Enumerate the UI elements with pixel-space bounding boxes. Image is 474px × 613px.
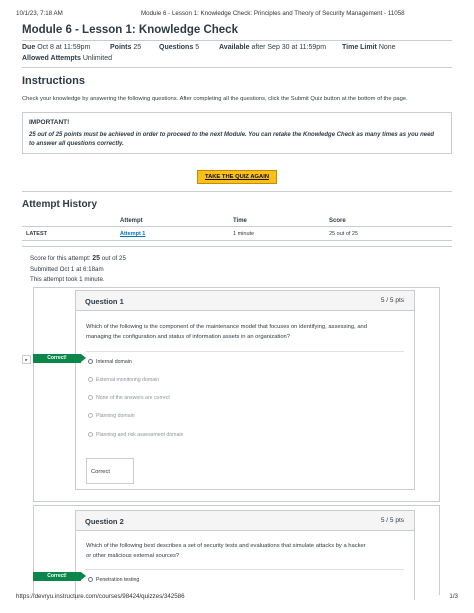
important-text: 25 out of 25 points must be achieved in …: [29, 132, 435, 147]
divider: [86, 351, 404, 352]
instructions-heading: Instructions: [22, 75, 85, 87]
take-quiz-again-button[interactable]: TAKE THE QUIZ AGAIN: [197, 170, 277, 184]
print-page-number: 1/3: [449, 593, 458, 600]
attempts-info: Allowed Attempts Unlimited: [22, 55, 112, 62]
col-time-header: Time: [233, 218, 247, 224]
radio-icon: [88, 394, 93, 400]
points-info: Points 25: [110, 44, 142, 51]
radio-icon: [88, 431, 93, 437]
question-header: Question 1 5 / 5 pts: [76, 291, 414, 311]
divider: [22, 240, 452, 241]
attempt-history-heading: Attempt History: [22, 199, 98, 210]
print-header: 10/1/23, 7:18 AM Module 6 - Lesson 1: Kn…: [16, 10, 458, 20]
print-url: https://devryu.instructure.com/courses/9…: [16, 593, 185, 600]
answer-option[interactable]: Internal domain: [88, 358, 132, 365]
question-label: Question 2: [85, 517, 124, 526]
print-footer: https://devryu.instructure.com/courses/9…: [16, 593, 458, 603]
important-notice: IMPORTANT! 25 out of 25 points must be a…: [22, 112, 452, 154]
time-limit-info: Time Limit None: [342, 44, 396, 51]
divider: [86, 569, 404, 570]
row-time: 1 minute: [233, 231, 255, 237]
question-card: Question 2 5 / 5 pts Which of the follow…: [75, 510, 415, 600]
attempt-1-link[interactable]: Attempt 1: [120, 231, 145, 237]
question-header: Question 2 5 / 5 pts: [76, 511, 414, 531]
page-title: Module 6 - Lesson 1: Knowledge Check: [22, 24, 238, 36]
divider: [22, 226, 452, 227]
divider: [22, 40, 452, 41]
print-date: 10/1/23, 7:18 AM: [16, 10, 63, 17]
due-info: Due Oct 8 at 11:59pm: [22, 44, 91, 51]
answer-option[interactable]: Penetration testing: [88, 576, 139, 583]
submitted-time: Submitted Oct 1 at 6:18am: [30, 266, 104, 273]
attempt-duration: This attempt took 1 minute.: [30, 276, 105, 283]
answer-option[interactable]: External monitoring domain: [88, 376, 159, 383]
print-doc-title: Module 6 - Lesson 1: Knowledge Check: Pr…: [141, 10, 405, 17]
radio-icon: [88, 376, 93, 382]
answer-option[interactable]: None of the answers are correct: [88, 394, 170, 401]
available-info: Available after Sep 30 at 11:59pm: [219, 44, 327, 51]
col-score-header: Score: [329, 218, 346, 224]
instructions-text: Check your knowledge by answering the fo…: [22, 96, 408, 102]
question-text: Which of the following best describes a …: [86, 543, 366, 559]
expand-arrow-icon[interactable]: ▸: [22, 355, 31, 364]
answer-option[interactable]: Planning and risk assessment domain: [88, 431, 183, 438]
radio-selected-icon: [88, 576, 93, 582]
row-score: 25 out of 25: [329, 231, 359, 237]
radio-icon: [88, 412, 93, 418]
important-heading: IMPORTANT!: [29, 119, 70, 126]
divider: [22, 246, 452, 247]
radio-selected-icon: [88, 358, 93, 364]
score-summary: Score for this attempt: 25 out of 25: [30, 255, 126, 262]
divider: [22, 67, 452, 68]
row-label: LATEST: [26, 231, 47, 237]
correct-tag: Correct!: [33, 572, 86, 581]
question-points: 5 / 5 pts: [380, 517, 404, 524]
divider: [22, 191, 452, 192]
question-label: Question 1: [85, 297, 124, 306]
questions-info: Questions 5: [159, 44, 200, 51]
correct-tag: Correct!: [33, 354, 86, 363]
answer-option[interactable]: Planning domain: [88, 412, 135, 419]
col-attempt-header: Attempt: [120, 218, 143, 224]
answer-comment: Correct: [86, 458, 134, 484]
question-points: 5 / 5 pts: [380, 297, 404, 304]
question-text: Which of the following is the component …: [86, 324, 367, 340]
question-card: Question 1 5 / 5 pts Which of the follow…: [75, 290, 415, 490]
